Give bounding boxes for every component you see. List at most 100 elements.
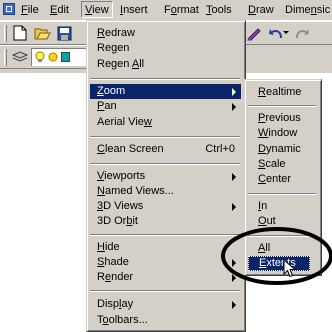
pencil-icon[interactable] — [244, 23, 264, 43]
render-post: nder — [111, 271, 134, 283]
scale-post: cale — [265, 158, 286, 170]
aerial-view-mnemonic: w — [143, 116, 152, 128]
menu-format[interactable]: Format — [161, 2, 202, 18]
submenu-arrow-icon — [232, 301, 236, 309]
save-icon[interactable] — [54, 23, 74, 43]
menu-insert[interactable]: Insert — [117, 2, 151, 18]
shade-post: hade — [104, 256, 129, 268]
view-menu-separator — [90, 234, 240, 236]
view-menu-item-named-views[interactable]: Named Views... — [90, 184, 241, 199]
view-menu-item-viewports[interactable]: Viewports — [90, 169, 241, 184]
display-pre: Disp — [97, 298, 120, 310]
menu-dimension[interactable]: Dimensic — [282, 2, 332, 18]
view-menu-separator — [90, 290, 240, 292]
redraw-post: edraw — [104, 27, 135, 39]
3d-orbit-post: it — [132, 215, 138, 227]
layers-icon[interactable] — [10, 47, 30, 67]
menu-view[interactable]: View — [81, 1, 113, 18]
zoom-item-dynamic[interactable]: Dynamic — [248, 142, 320, 157]
submenu-arrow-icon — [232, 103, 236, 111]
menu-bar: File Edit View Insert Format Tools Draw … — [0, 0, 332, 21]
open-icon[interactable] — [32, 23, 52, 43]
out-post: ut — [266, 215, 276, 227]
menu-view-post: iew — [92, 4, 109, 16]
window-mnemonic: W — [258, 127, 269, 139]
center-mnemonic: C — [258, 173, 266, 185]
menu-edit[interactable]: Edit — [47, 2, 72, 18]
view-menu-item-regen-all[interactable]: Regen All — [90, 57, 241, 72]
menu-dimension-post: sic — [316, 4, 331, 16]
submenu-arrow-icon — [232, 88, 236, 96]
clean-screen-mnemonic: C — [97, 143, 105, 155]
view-menu-item-3d-views[interactable]: 3D Views — [90, 199, 241, 214]
bulb-icon[interactable] — [35, 51, 45, 63]
view-menu-item-redraw[interactable]: Redraw — [90, 26, 241, 41]
window-post: indow — [268, 127, 298, 139]
zoom-item-window[interactable]: Window — [248, 126, 320, 141]
regen-post: en — [117, 42, 130, 54]
view-menu-item-clean-screen[interactable]: Clean Screen Ctrl+0 — [90, 142, 241, 157]
dynamic-post: ynamic — [265, 143, 301, 155]
3d-views-post: D Views — [103, 200, 144, 212]
layer-dropdown[interactable] — [31, 48, 91, 66]
view-menu-separator — [90, 78, 240, 80]
view-menu-separator — [90, 136, 240, 138]
center-post: enter — [265, 173, 292, 185]
menu-insert-post: nsert — [123, 4, 148, 16]
zoom-submenu: Realtime Previous Window Dynamic Scale C… — [244, 79, 322, 276]
menu-tools-post: ools — [211, 4, 232, 16]
zoom-item-previous[interactable]: Previous — [248, 111, 320, 126]
zoom-item-in[interactable]: In — [248, 199, 320, 214]
zoom-item-extents[interactable]: Extents — [248, 256, 310, 271]
view-menu-item-toolbars[interactable]: Toolbars... — [90, 313, 241, 328]
hide-mnemonic: H — [97, 241, 105, 253]
zoom-separator — [248, 235, 316, 237]
dynamic-mnemonic: D — [258, 143, 266, 155]
view-menu-item-regen[interactable]: Regen — [90, 41, 241, 56]
view-menu-item-display[interactable]: Display — [90, 297, 241, 312]
view-menu-item-shade[interactable]: Shade — [90, 255, 241, 270]
menu-file-mnemonic: F — [21, 4, 28, 16]
view-menu: Redraw Regen Regen All Zoom Pan Aerial V… — [86, 20, 246, 332]
zoom-item-realtime[interactable]: Realtime — [248, 85, 320, 100]
submenu-arrow-icon — [232, 259, 236, 267]
color-swatch-icon — [61, 52, 70, 62]
in-post: n — [261, 200, 268, 212]
view-menu-separator — [90, 163, 240, 165]
view-menu-item-zoom[interactable]: Zoom — [90, 84, 241, 99]
zoom-post: oom — [103, 85, 126, 97]
app-icon[interactable] — [3, 3, 15, 15]
hide-post: ide — [104, 241, 120, 253]
view-menu-item-hide[interactable]: Hide — [90, 240, 241, 255]
toolbar-grip-3[interactable] — [4, 49, 7, 66]
all-post: ll — [265, 242, 271, 254]
named-views-post: amed Views... — [104, 185, 174, 197]
view-menu-item-pan[interactable]: Pan — [90, 99, 241, 114]
view-menu-item-aerial-view[interactable]: Aerial View — [90, 115, 241, 130]
regen-pre: Re — [97, 42, 112, 54]
pan-post: an — [104, 100, 117, 112]
zoom-item-out[interactable]: Out — [248, 214, 320, 229]
3d-orbit-pre: 3D Or — [97, 215, 127, 227]
zoom-separator — [248, 193, 316, 195]
menu-draw-post: raw — [255, 4, 274, 16]
view-menu-item-render[interactable]: Render — [90, 270, 241, 285]
zoom-item-center[interactable]: Center — [248, 172, 320, 187]
redo-icon[interactable] — [292, 23, 312, 43]
toolbar-grip[interactable] — [4, 25, 7, 42]
undo-dropdown-icon[interactable] — [282, 23, 290, 43]
view-menu-item-3d-orbit[interactable]: 3D Orbit — [90, 214, 241, 229]
toolbars-post: olbars... — [108, 314, 148, 326]
sun-icon[interactable] — [47, 51, 59, 63]
submenu-arrow-icon — [232, 274, 236, 282]
clean-screen-shortcut: Ctrl+0 — [205, 143, 235, 155]
zoom-item-all[interactable]: All — [248, 241, 320, 256]
previous-post: revious — [265, 112, 301, 124]
mouse-pointer-icon — [283, 259, 297, 278]
menu-tools[interactable]: Tools — [203, 2, 235, 18]
menu-draw[interactable]: Draw — [245, 2, 277, 18]
menu-file[interactable]: File — [18, 2, 42, 18]
zoom-item-scale[interactable]: Scale — [248, 157, 320, 172]
new-icon[interactable] — [10, 23, 30, 43]
redraw-mnemonic: R — [97, 27, 105, 39]
